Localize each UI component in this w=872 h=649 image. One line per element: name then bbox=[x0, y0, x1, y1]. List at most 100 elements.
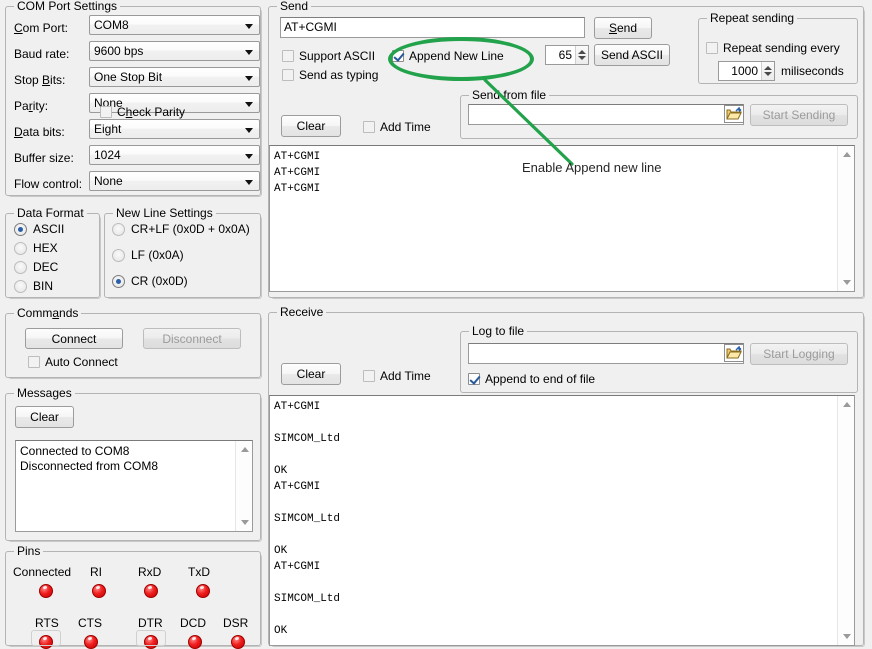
chevron-down-icon bbox=[245, 50, 253, 55]
scroll-down-icon[interactable] bbox=[236, 514, 253, 531]
send-output-scrollbar[interactable] bbox=[837, 146, 854, 291]
ascii-code-value: 65 bbox=[546, 48, 575, 62]
repeat-interval-unit-label: miliseconds bbox=[781, 64, 844, 78]
send-ascii-button[interactable]: Send ASCII bbox=[594, 44, 670, 66]
scroll-down-icon[interactable] bbox=[838, 628, 855, 645]
send-command-input[interactable]: AT+CGMI bbox=[280, 17, 585, 38]
send-as-typing-label: Send as typing bbox=[299, 68, 378, 82]
send-button[interactable]: Send bbox=[594, 17, 652, 39]
connect-label: Connect bbox=[52, 332, 97, 346]
messages-clear-button[interactable]: Clear bbox=[15, 406, 74, 428]
parity-label: Parity: bbox=[14, 99, 48, 113]
start-sending-label: Start Sending bbox=[763, 108, 836, 122]
folder-open-glyph bbox=[726, 346, 742, 360]
append-to-end-of-file-label: Append to end of file bbox=[485, 372, 595, 386]
radio-dot bbox=[14, 242, 27, 255]
pin-label-connected: Connected bbox=[13, 565, 71, 579]
spinner-buttons[interactable] bbox=[575, 46, 588, 64]
messages-scrollbar[interactable] bbox=[235, 441, 252, 531]
pin-label-dcd: DCD bbox=[180, 616, 206, 630]
spinner-buttons[interactable] bbox=[761, 62, 774, 80]
checkbox-box bbox=[28, 356, 40, 368]
radio-dot bbox=[112, 223, 125, 236]
radio-data-format-ascii[interactable]: ASCII bbox=[14, 222, 64, 236]
send-as-typing-checkbox[interactable]: Send as typing bbox=[282, 68, 378, 82]
pin-led-dcd bbox=[188, 635, 202, 649]
check-parity-checkbox[interactable]: Check Parity bbox=[100, 105, 185, 119]
radio-label: LF (0x0A) bbox=[131, 248, 184, 262]
messages-log-text: Connected to COM8 Disconnected from COM8 bbox=[20, 444, 232, 531]
folder-open-icon[interactable] bbox=[724, 344, 744, 362]
messages-title: Messages bbox=[14, 386, 75, 400]
scroll-up-icon[interactable] bbox=[838, 396, 855, 413]
folder-open-icon[interactable] bbox=[724, 105, 744, 123]
support-ascii-checkbox[interactable]: Support ASCII bbox=[282, 49, 375, 63]
flow-control-combo[interactable]: None bbox=[89, 171, 260, 191]
receive-add-time-checkbox[interactable]: Add Time bbox=[363, 369, 431, 383]
scroll-up-icon[interactable] bbox=[838, 146, 855, 163]
com-port-combo[interactable]: COM8 bbox=[89, 15, 260, 35]
com-port-label: Com Port: bbox=[14, 21, 68, 35]
scroll-up-icon[interactable] bbox=[236, 441, 253, 458]
send-clear-button[interactable]: Clear bbox=[281, 115, 341, 137]
add-time-label: Add Time bbox=[380, 120, 431, 134]
send-from-file-title: Send from file bbox=[469, 88, 549, 102]
start-logging-button: Start Logging bbox=[750, 343, 848, 365]
repeat-sending-checkbox[interactable]: Repeat sending every bbox=[706, 41, 840, 55]
pin-label-ri: RI bbox=[90, 565, 102, 579]
pin-led-rts bbox=[39, 635, 53, 649]
pin-led-dsr bbox=[231, 635, 245, 649]
data-format-title: Data Format bbox=[14, 206, 87, 220]
data-bits-combo[interactable]: Eight bbox=[89, 119, 260, 139]
checkbox-box bbox=[363, 121, 375, 133]
ascii-code-spinner[interactable]: 65 bbox=[545, 45, 589, 65]
radio-data-format-bin[interactable]: BIN bbox=[14, 279, 53, 293]
radio-newline-cr[interactable]: CR (0x0D) bbox=[112, 274, 188, 288]
append-to-end-of-file-checkbox[interactable]: Append to end of file bbox=[468, 372, 595, 386]
radio-dot bbox=[112, 275, 125, 288]
spinner-up-icon bbox=[764, 66, 772, 70]
receive-output-area[interactable]: AT+CGMI SIMCOM_Ltd OK AT+CGMI SIMCOM_Ltd… bbox=[269, 395, 855, 646]
annotation-text: Enable Append new line bbox=[522, 160, 662, 175]
log-to-file-input[interactable] bbox=[468, 343, 744, 364]
pin-label-rts: RTS bbox=[35, 616, 59, 630]
send-add-time-checkbox[interactable]: Add Time bbox=[363, 120, 431, 134]
baud-rate-combo[interactable]: 9600 bps bbox=[89, 41, 260, 61]
receive-output-scrollbar[interactable] bbox=[837, 396, 854, 645]
pin-label-rxd: RxD bbox=[138, 565, 161, 579]
receive-title: Receive bbox=[277, 305, 326, 319]
repeat-interval-spinner[interactable]: 1000 bbox=[718, 61, 775, 81]
disconnect-label: Disconnect bbox=[162, 332, 221, 346]
radio-label: BIN bbox=[33, 279, 53, 293]
data-bits-label: Data bits: bbox=[14, 125, 65, 139]
radio-dot bbox=[14, 261, 27, 274]
pin-label-cts: CTS bbox=[78, 616, 102, 630]
buffer-size-combo[interactable]: 1024 bbox=[89, 145, 260, 165]
messages-log-area[interactable]: Connected to COM8 Disconnected from COM8 bbox=[15, 440, 253, 532]
support-ascii-label: Support ASCII bbox=[299, 49, 375, 63]
repeat-sending-title: Repeat sending bbox=[707, 11, 797, 25]
pin-led-connected bbox=[39, 584, 53, 598]
pin-label-dtr: DTR bbox=[138, 616, 163, 630]
scroll-down-icon[interactable] bbox=[838, 274, 855, 291]
radio-newline-lf[interactable]: LF (0x0A) bbox=[112, 248, 184, 262]
radio-data-format-hex[interactable]: HEX bbox=[14, 241, 58, 255]
connect-button[interactable]: Connect bbox=[25, 328, 123, 349]
send-from-file-input[interactable] bbox=[468, 104, 744, 125]
pin-led-txd bbox=[196, 584, 210, 598]
radio-data-format-dec[interactable]: DEC bbox=[14, 260, 58, 274]
clear-label: Clear bbox=[30, 410, 59, 424]
send-ascii-label: Send ASCII bbox=[601, 48, 663, 62]
auto-connect-label: Auto Connect bbox=[45, 355, 118, 369]
buffer-size-label: Buffer size: bbox=[14, 151, 74, 165]
auto-connect-checkbox[interactable]: Auto Connect bbox=[28, 355, 118, 369]
stop-bits-combo[interactable]: One Stop Bit bbox=[89, 67, 260, 87]
chevron-down-icon bbox=[245, 154, 253, 159]
receive-clear-button[interactable]: Clear bbox=[281, 363, 341, 385]
append-new-line-checkbox[interactable]: Append New Line bbox=[392, 49, 504, 63]
pin-led-cts bbox=[84, 635, 98, 649]
baud-rate-label: Baud rate: bbox=[14, 47, 69, 61]
checkbox-box bbox=[282, 50, 294, 62]
clear-label: Clear bbox=[297, 367, 326, 381]
radio-newline-crlf[interactable]: CR+LF (0x0D + 0x0A) bbox=[112, 222, 250, 236]
